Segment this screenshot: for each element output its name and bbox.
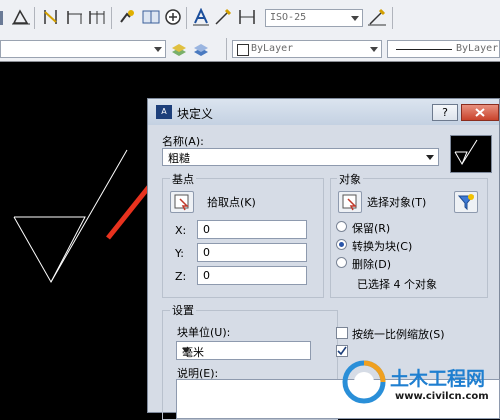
close-button[interactable] <box>461 104 499 121</box>
pan-icon[interactable] <box>0 9 4 27</box>
text-style-value: ISO-25 <box>270 12 307 23</box>
uniform-scale-label: 按统一比例缩放(S) <box>352 328 445 341</box>
watermark-name: 土木工程网 <box>390 368 486 390</box>
dialog-title: 块定义 <box>177 107 214 121</box>
objects-heading: 对象 <box>337 171 363 187</box>
select-objects-button[interactable] <box>338 191 362 213</box>
retain-radio[interactable] <box>336 221 347 232</box>
block-unit-select[interactable]: 毫米 <box>176 341 311 360</box>
color-combo[interactable]: ByLayer <box>232 40 382 58</box>
watermark: 土木工程网 www.civilcn.com <box>340 352 500 413</box>
watermark-logo-icon <box>342 360 386 404</box>
make-block-icon[interactable] <box>142 8 160 26</box>
linetype-preview <box>396 49 452 50</box>
selected-count-text: 已选择 4 个对象 <box>357 278 437 291</box>
dimension-style-icon[interactable] <box>214 8 232 26</box>
retain-label: 保留(R) <box>352 222 391 235</box>
layer-previous-icon[interactable] <box>170 40 188 58</box>
center-mark-icon[interactable] <box>164 8 182 26</box>
chevron-down-icon <box>154 47 162 52</box>
pick-point-label: 拾取点(K) <box>207 196 256 209</box>
linear-dimension-icon[interactable] <box>66 8 84 26</box>
uniform-scale-checkbox[interactable] <box>336 327 348 339</box>
name-label: 名称(A): <box>162 135 204 148</box>
select-objects-label: 选择对象(T) <box>367 196 427 209</box>
z-label: Z: <box>175 270 187 283</box>
block-name-value: 粗糙 <box>168 152 190 165</box>
chevron-down-icon <box>370 47 378 52</box>
block-unit-label: 块单位(U): <box>177 326 231 339</box>
block-preview <box>450 135 492 173</box>
z-value: 0 <box>203 269 210 282</box>
preview-symbol-icon <box>454 139 478 166</box>
convert-to-block-label: 转换为块(C) <box>352 240 413 253</box>
layer-combo[interactable] <box>0 40 166 58</box>
text-style-icon[interactable] <box>192 7 210 26</box>
quick-select-button[interactable] <box>454 191 478 213</box>
standard-toolbar: ISO-25 <box>0 0 500 38</box>
x-field[interactable]: 0 <box>197 220 307 239</box>
chevron-down-icon <box>182 348 190 353</box>
dimension-icon[interactable] <box>12 8 30 26</box>
y-field[interactable]: 0 <box>197 243 307 262</box>
quick-select-icon <box>457 194 475 211</box>
linetype-value: ByLayer <box>456 43 499 54</box>
block-name-field[interactable]: 粗糙 <box>162 148 439 166</box>
x-label: X: <box>175 224 187 237</box>
y-label: Y: <box>175 247 184 260</box>
color-swatch <box>237 44 249 56</box>
help-button[interactable]: ? <box>432 104 458 121</box>
pick-point-icon <box>174 194 189 211</box>
settings-heading: 设置 <box>170 302 196 318</box>
linetype-combo[interactable]: ByLayer <box>387 40 500 58</box>
watermark-url: www.civilcn.com <box>395 391 489 402</box>
convert-to-block-radio[interactable] <box>336 239 347 250</box>
x-value: 0 <box>203 223 210 236</box>
color-value: ByLayer <box>251 43 294 54</box>
basepoint-heading: 基点 <box>170 171 196 187</box>
properties-toolbar: ByLayer ByLayer <box>0 37 500 62</box>
delete-label: 删除(D) <box>352 258 392 271</box>
dimstyle-manager-icon[interactable] <box>368 8 386 26</box>
app-icon: A <box>156 105 172 119</box>
select-objects-icon <box>342 194 357 211</box>
layer-state-icon[interactable] <box>192 40 210 58</box>
insert-block-icon[interactable] <box>118 8 136 26</box>
chevron-down-icon <box>426 155 434 160</box>
dim-linear-style-icon[interactable] <box>238 8 256 26</box>
array-icon[interactable] <box>42 8 60 26</box>
text-style-combo[interactable]: ISO-25 <box>265 9 363 27</box>
pick-point-button[interactable] <box>170 191 194 213</box>
z-field[interactable]: 0 <box>197 266 307 285</box>
continue-dimension-icon[interactable] <box>88 8 106 26</box>
delete-radio[interactable] <box>336 257 347 268</box>
y-value: 0 <box>203 246 210 259</box>
help-label: ? <box>442 106 448 119</box>
dialog-titlebar[interactable]: A 块定义 ? <box>148 99 499 125</box>
chevron-down-icon <box>351 16 359 21</box>
close-icon <box>475 108 485 117</box>
